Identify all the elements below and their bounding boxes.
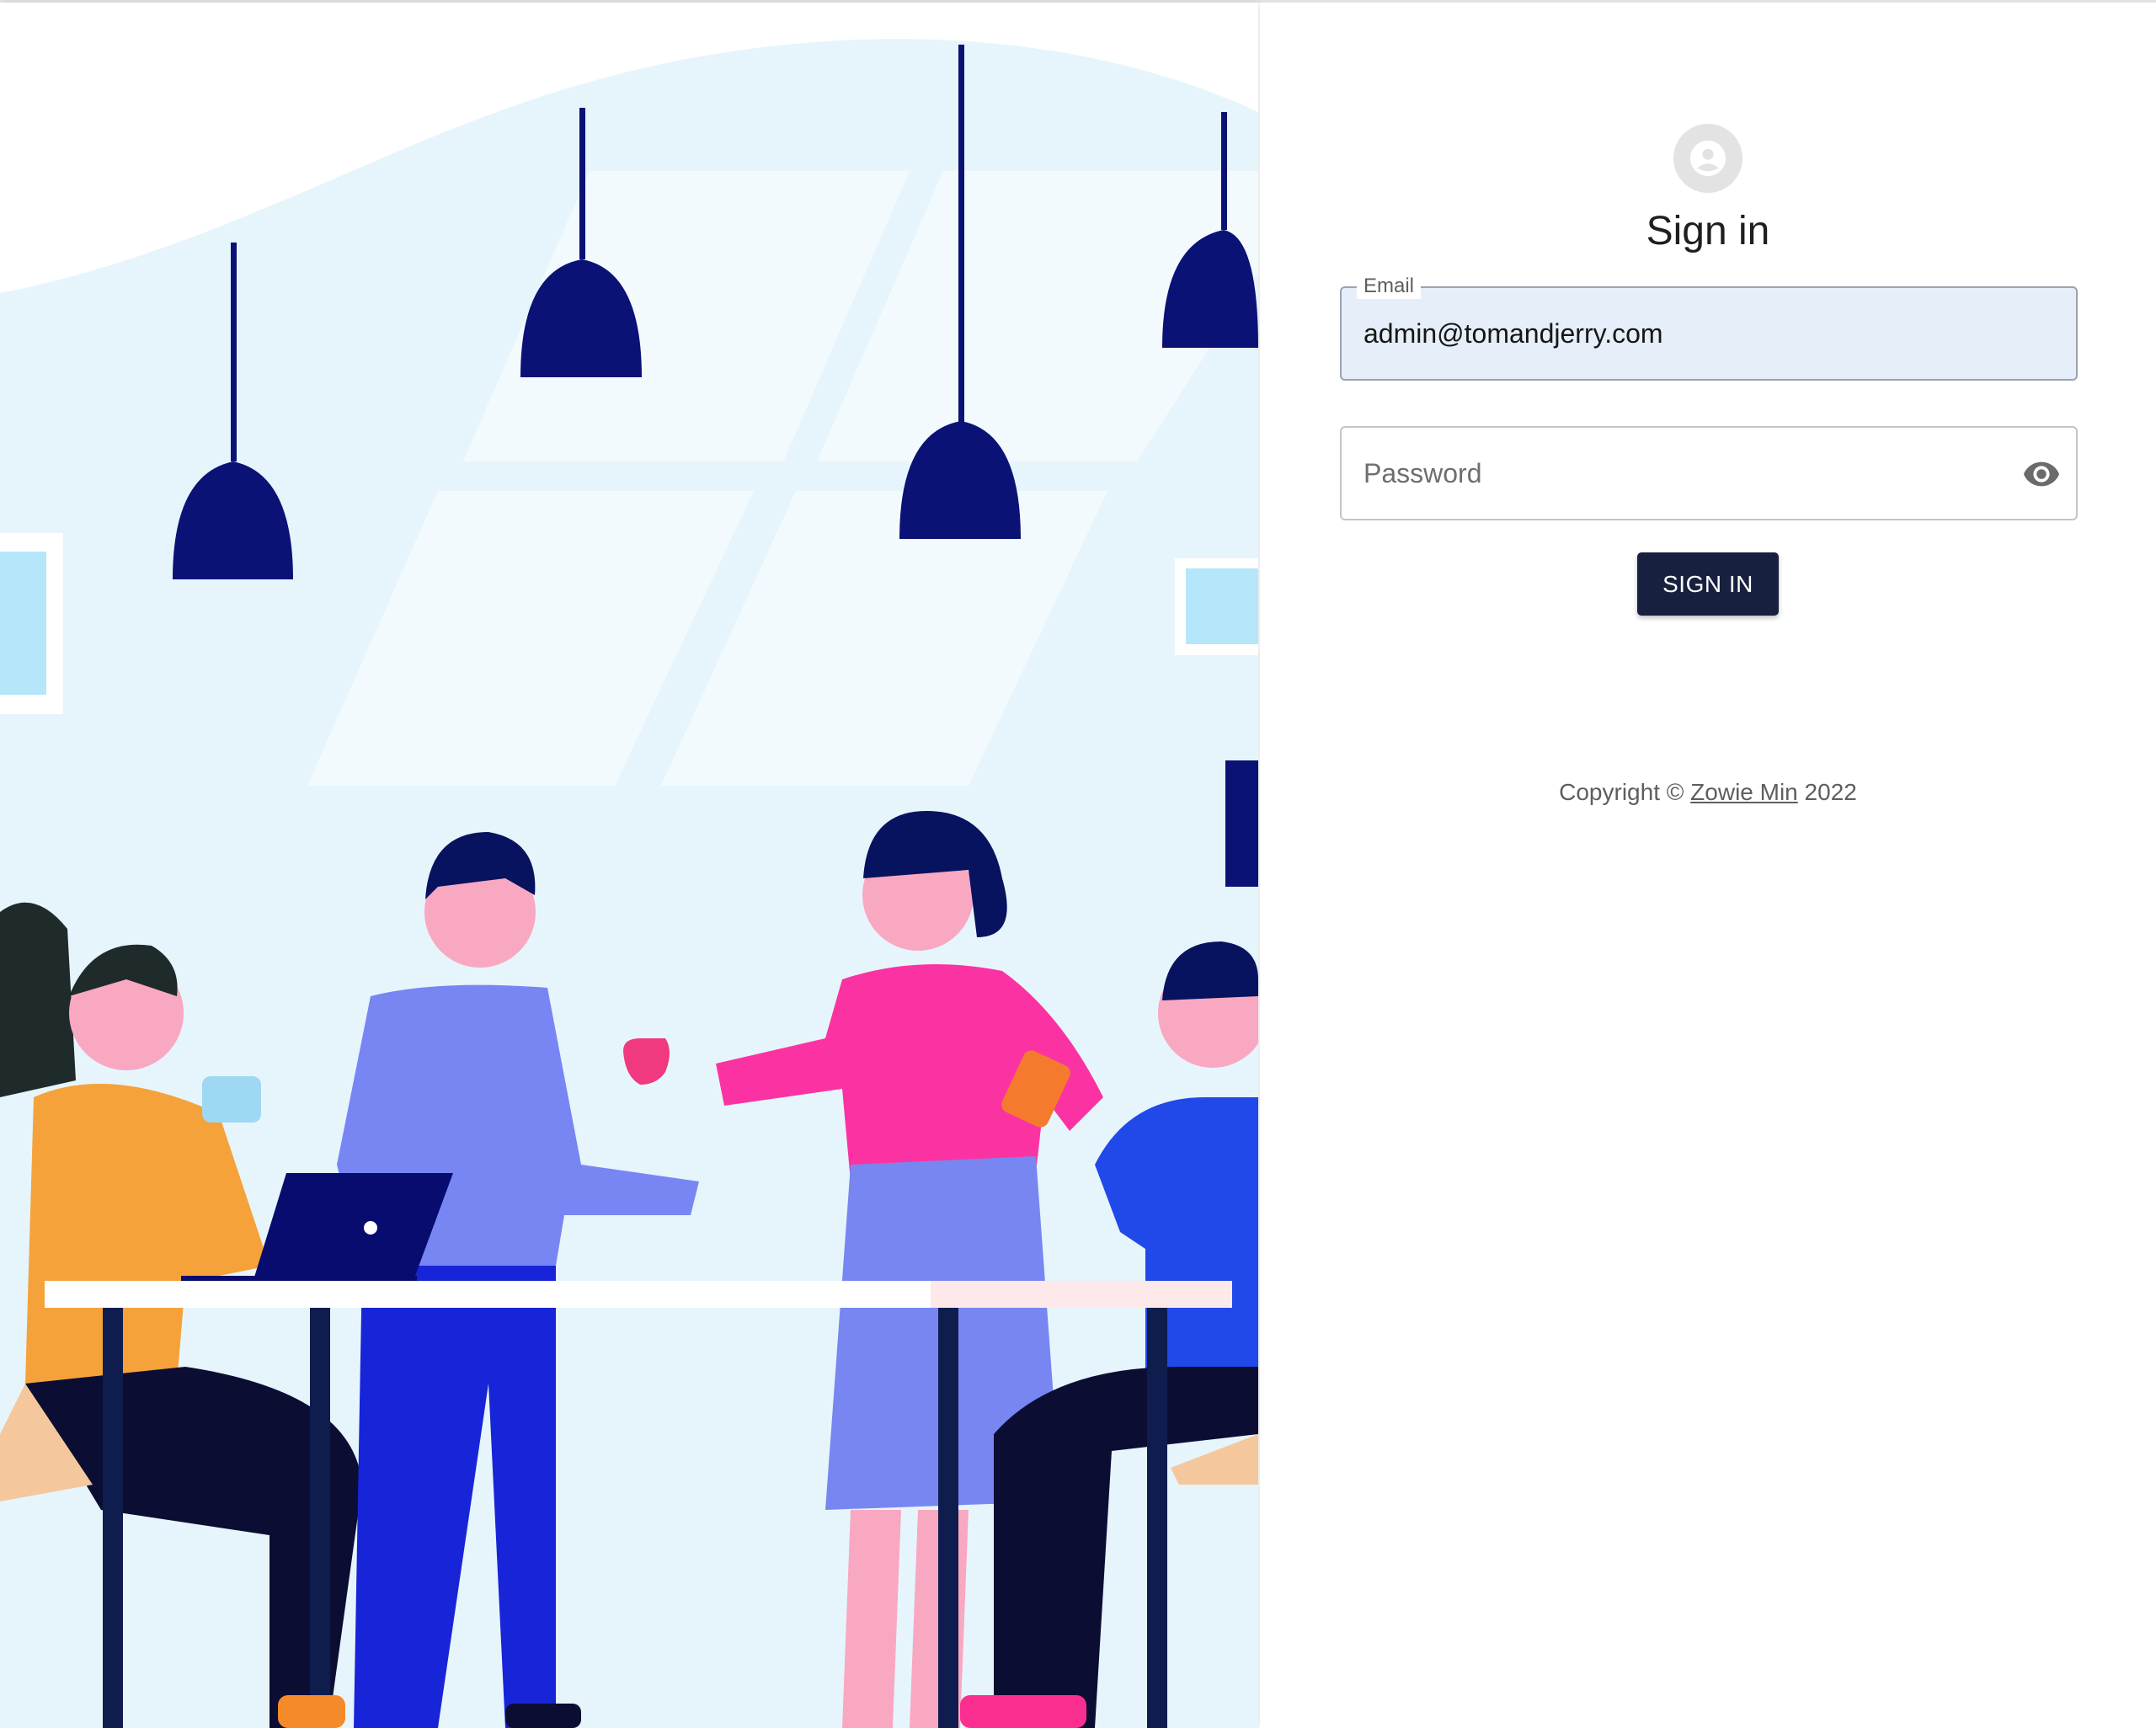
copyright-text: Copyright © Zowie Min 2022 [1260, 779, 2156, 806]
password-placeholder: Password [1364, 458, 1482, 488]
office-illustration [0, 3, 1258, 1728]
sign-in-panel: Sign in Email admin@tomandjerry.com Pass… [1260, 3, 2156, 1728]
email-value[interactable]: admin@tomandjerry.com [1364, 288, 1663, 379]
copyright-prefix: Copyright © [1559, 779, 1691, 805]
people-group [0, 811, 1258, 1728]
sign-in-button[interactable]: SIGN IN [1637, 552, 1779, 616]
eye-icon[interactable] [2022, 455, 2061, 493]
account-glyph [1689, 140, 1726, 177]
email-field[interactable]: Email admin@tomandjerry.com [1340, 274, 2078, 381]
page-title: Sign in [1646, 209, 1770, 253]
eye-glyph [2023, 461, 2060, 487]
password-field[interactable]: Password [1340, 426, 2078, 520]
author-link[interactable]: Zowie Min [1690, 779, 1798, 805]
copyright-year: 2022 [1797, 779, 1857, 805]
account-circle-icon [1673, 124, 1742, 193]
office-scene-image [0, 3, 1258, 1728]
